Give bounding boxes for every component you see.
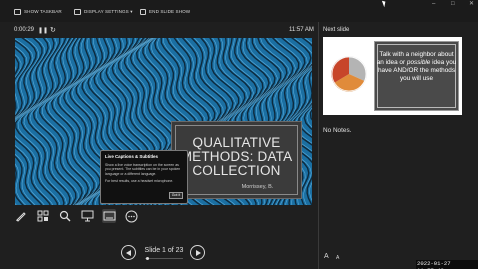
more-options-icon[interactable] <box>124 209 138 223</box>
slide-title: QUALITATIVE METHODS: DATA COLLECTION <box>176 136 297 178</box>
title-frame: QUALITATIVE METHODS: DATA COLLECTION Mor… <box>175 125 298 195</box>
live-captions-popup: Live Captions & Subtitles Show a live vo… <box>100 150 188 204</box>
slide-progress-track <box>145 258 183 259</box>
elapsed-timer: 0:00:29 <box>14 27 35 33</box>
presenter-view: SHOW TASKBAR DISPLAY SETTINGS ▾ END SLID… <box>0 0 478 269</box>
close-button[interactable]: ✕ <box>469 1 474 7</box>
popup-body: Show a live voice transcription on the s… <box>105 163 181 176</box>
presenter-tools <box>14 209 138 223</box>
cycle-diagram-icon <box>331 56 367 92</box>
slide-author: Morrissey, B. <box>241 184 274 190</box>
zoom-icon[interactable] <box>58 209 72 223</box>
display-settings-button[interactable]: DISPLAY SETTINGS ▾ <box>74 7 133 16</box>
previous-slide-icon[interactable] <box>121 245 136 260</box>
next-slide-label: Next slide <box>323 27 350 33</box>
next-slide-text: Talk with a neighbor about an idea or po… <box>375 51 458 83</box>
next-slide-preview[interactable]: Talk with a neighbor about an idea or po… <box>323 37 462 115</box>
show-taskbar-button[interactable]: SHOW TASKBAR <box>14 7 62 16</box>
end-show-icon <box>140 8 146 15</box>
all-slides-icon[interactable] <box>36 209 50 223</box>
clock: 11:57 AM <box>289 27 314 33</box>
minimize-button[interactable]: – <box>432 1 435 7</box>
pause-icon[interactable]: ❚❚ <box>38 27 48 34</box>
slide-title-line-1: QUALITATIVE <box>192 135 281 150</box>
end-slide-show-button[interactable]: END SLIDE SHOW <box>140 7 190 16</box>
subtitles-icon[interactable] <box>102 209 116 223</box>
increase-font-button[interactable]: A <box>324 253 329 260</box>
got-it-button[interactable]: Got it <box>169 192 183 199</box>
popup-tip: For best results, use a headset micropho… <box>105 179 174 184</box>
pointer-icon[interactable] <box>80 209 94 223</box>
popup-title: Live Captions & Subtitles <box>105 154 158 159</box>
restart-icon[interactable]: ↻ <box>50 26 56 34</box>
slide-progress-dot <box>146 257 149 260</box>
slide-title-line-2: METHODS: DATA <box>180 149 293 164</box>
taskbar-icon <box>14 8 21 15</box>
slide-counter[interactable]: Slide 1 of 23 <box>140 247 188 254</box>
top-toolbar: SHOW TASKBAR DISPLAY SETTINGS ▾ END SLID… <box>0 0 478 22</box>
maximize-button[interactable]: □ <box>451 1 455 7</box>
title-box: QUALITATIVE METHODS: DATA COLLECTION Mor… <box>171 121 302 199</box>
speaker-notes: No Notes. <box>323 127 352 134</box>
next-slide-icon[interactable] <box>190 245 205 260</box>
slide-title-line-3: COLLECTION <box>192 163 281 178</box>
recording-timestamp: 2022-01-27 11:57:43 <box>416 260 478 269</box>
panel-divider <box>318 22 319 269</box>
display-icon <box>74 8 81 15</box>
pen-icon[interactable] <box>14 209 28 223</box>
decrease-font-button[interactable]: A <box>336 255 339 261</box>
next-slide-text-emphasis: possible <box>406 59 431 66</box>
next-slide-text-box: Talk with a neighbor about an idea or po… <box>374 41 459 111</box>
